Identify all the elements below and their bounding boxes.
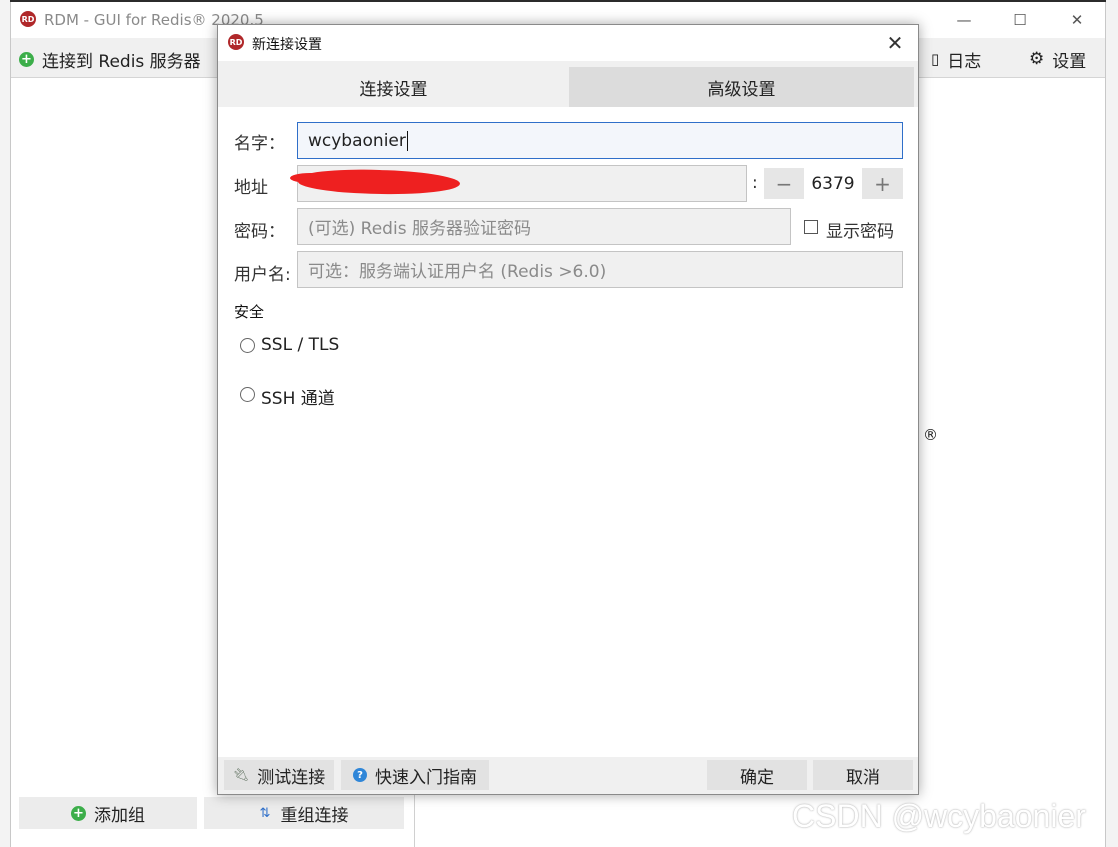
plug-icon: 🔌︎: [232, 767, 250, 783]
text-caret: [406, 130, 408, 151]
quickstart-guide-label: 快速入门指南: [375, 767, 477, 788]
watermark: CSDN @wcybaonier: [792, 798, 1086, 834]
new-connection-dialog: RD 新连接设置 ✕ 连接设置 高级设置 名字： wcybaonier 地址 :…: [217, 24, 919, 795]
port-separator: :: [752, 173, 758, 193]
username-input[interactable]: 可选：服务端认证用户名 (Redis >6.0): [297, 251, 903, 288]
gear-icon: ⚙: [1029, 49, 1045, 69]
dialog-titlebar: RD 新连接设置 ✕: [218, 25, 918, 61]
connection-form: 名字： wcybaonier 地址 : − 6379 + 密码： (可选) Re…: [218, 107, 918, 757]
security-section-label: 安全: [234, 303, 265, 321]
port-increment-button[interactable]: +: [862, 168, 903, 199]
port-decrement-button[interactable]: −: [764, 168, 804, 199]
ssh-tunnel-label[interactable]: SSH 通道: [261, 384, 335, 409]
name-input[interactable]: wcybaonier: [297, 122, 903, 159]
app-logo-icon: RD: [20, 11, 36, 27]
address-label: 地址: [234, 178, 268, 198]
desktop-strip-left: [0, 0, 10, 847]
show-password-checkbox[interactable]: [804, 220, 818, 234]
log-button[interactable]: ▯ 日志: [931, 46, 981, 72]
settings-label: 设置: [1052, 51, 1087, 72]
password-label: 密码：: [234, 222, 285, 242]
password-placeholder: (可选) Redis 服务器验证密码: [308, 219, 531, 239]
plus-circle-icon: +: [71, 805, 86, 821]
password-input[interactable]: (可选) Redis 服务器验证密码: [297, 208, 791, 245]
name-label: 名字：: [234, 134, 285, 154]
test-connection-label: 测试连接: [257, 767, 326, 788]
redaction-mark: [290, 173, 330, 183]
log-label: 日志: [947, 51, 982, 72]
reorder-connections-button[interactable]: ⇅ 重组连接: [204, 797, 404, 829]
sort-arrows-icon: ⇅: [259, 805, 271, 821]
tab-connection-settings[interactable]: 连接设置: [218, 67, 569, 107]
show-password-label: 显示密码: [826, 222, 894, 242]
ssl-tls-label[interactable]: SSL / TLS: [261, 335, 339, 355]
test-connection-button[interactable]: 🔌︎ 测试连接: [224, 760, 334, 790]
close-window-icon[interactable]: ✕: [1054, 6, 1100, 34]
username-placeholder: 可选：服务端认证用户名 (Redis >6.0): [308, 262, 607, 282]
cancel-button[interactable]: 取消: [813, 760, 913, 790]
plus-circle-icon: +: [19, 51, 34, 67]
log-icon: ▯: [931, 50, 940, 68]
dialog-title: 新连接设置: [252, 37, 322, 53]
app-logo-icon: RD: [228, 34, 244, 50]
quickstart-guide-button[interactable]: ? 快速入门指南: [341, 760, 489, 790]
add-group-label: 添加组: [94, 805, 145, 826]
minimize-icon[interactable]: —: [941, 6, 987, 34]
registered-mark: ®: [923, 426, 938, 444]
connect-redis-label: 连接到 Redis 服务器: [42, 51, 201, 72]
maximize-icon[interactable]: ☐: [997, 6, 1043, 34]
reorder-connections-label: 重组连接: [280, 805, 349, 826]
help-icon: ?: [353, 768, 367, 782]
connect-redis-button[interactable]: + 连接到 Redis 服务器: [19, 46, 201, 72]
settings-button[interactable]: ⚙ 设置: [1029, 46, 1086, 72]
name-value: wcybaonier: [308, 130, 406, 151]
close-icon[interactable]: ✕: [880, 29, 910, 57]
username-label: 用户名:: [234, 265, 291, 285]
tab-advanced-settings[interactable]: 高级设置: [569, 67, 914, 107]
port-input[interactable]: 6379: [804, 169, 862, 198]
add-group-button[interactable]: + 添加组: [19, 797, 197, 829]
desktop-strip-right: [1106, 0, 1118, 847]
ok-button[interactable]: 确定: [707, 760, 807, 790]
ssl-tls-radio[interactable]: [240, 338, 255, 353]
ssh-tunnel-radio[interactable]: [240, 387, 255, 402]
